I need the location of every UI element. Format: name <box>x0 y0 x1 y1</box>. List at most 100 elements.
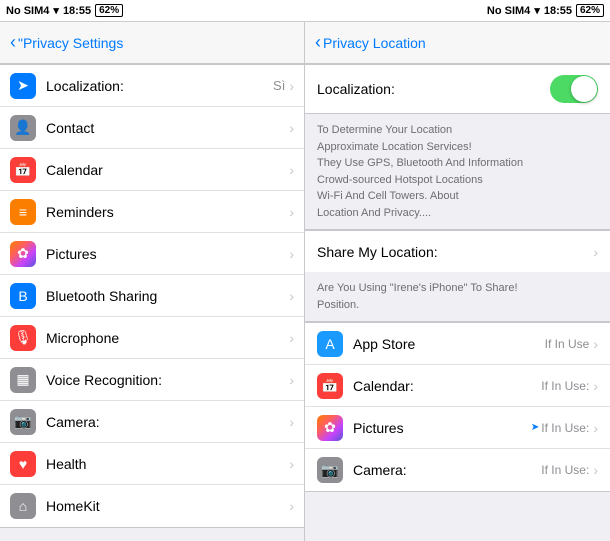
left-item-pictures[interactable]: ✿Pictures› <box>0 233 304 275</box>
share-chevron-icon: › <box>593 244 598 260</box>
microphone-icon: 🎙 <box>10 325 36 351</box>
right-wifi-icon: ▾ <box>534 4 540 17</box>
left-item-health[interactable]: ♥ Health› <box>0 443 304 485</box>
contact-icon: 👤 <box>10 115 36 141</box>
pictures-r-label: Pictures <box>353 420 531 436</box>
health-chevron-icon: › <box>289 456 294 472</box>
localization-icon: ➤ <box>10 73 36 99</box>
reminders-chevron-icon: › <box>289 204 294 220</box>
calendar-chevron-icon: › <box>289 162 294 178</box>
reminders-label: Reminders <box>46 204 285 220</box>
left-carrier: No SIM4 <box>6 5 49 17</box>
back-button-left[interactable]: ‹ "Privacy Settings <box>10 32 123 53</box>
left-panel: ➤Localization:Sì›👤Contact›📅Calendar›≡Rem… <box>0 64 305 541</box>
pictures-r-location-arrow-icon: ➤ <box>531 422 539 433</box>
status-right: No SIM4 ▾ 18:55 62% <box>305 0 610 21</box>
right-battery: 62% <box>576 4 604 17</box>
left-item-bluetooth[interactable]: B Bluetooth Sharing› <box>0 275 304 317</box>
share-location-row[interactable]: Share My Location: › <box>305 230 610 272</box>
health-label: Health <box>46 456 285 472</box>
reminders-icon: ≡ <box>10 199 36 225</box>
appstore-value: If In Use <box>545 337 590 351</box>
toggle-knob <box>571 76 597 102</box>
health-icon: ♥ <box>10 451 36 477</box>
voice-label: Voice Recognition: <box>46 372 285 388</box>
microphone-chevron-icon: › <box>289 330 294 346</box>
location-description: To Determine Your LocationApproximate Lo… <box>305 114 610 230</box>
calendar-label: Calendar <box>46 162 285 178</box>
left-item-camera[interactable]: 📷 Camera:› <box>0 401 304 443</box>
localization-value: Sì <box>273 78 285 93</box>
right-item-calendar-r[interactable]: 📅 Calendar:If In Use: › <box>305 365 610 407</box>
camera-chevron-icon: › <box>289 414 294 430</box>
left-item-calendar[interactable]: 📅 Calendar› <box>0 149 304 191</box>
nav-bar: ‹ "Privacy Settings ‹ Privacy Location <box>0 22 610 64</box>
localization-chevron-icon: › <box>289 78 294 94</box>
contact-label: Contact <box>46 120 285 136</box>
pictures-chevron-icon: › <box>289 246 294 262</box>
nav-right: ‹ Privacy Location <box>305 22 610 63</box>
homekit-icon: ⌂ <box>10 493 36 519</box>
localization-row: Localization: <box>305 64 610 114</box>
camera-label: Camera: <box>46 414 285 430</box>
camera-r-icon: 📷 <box>317 457 343 483</box>
appstore-label: App Store <box>353 336 545 352</box>
calendar-r-icon: 📅 <box>317 373 343 399</box>
bluetooth-chevron-icon: › <box>289 288 294 304</box>
left-list-group: ➤Localization:Sì›👤Contact›📅Calendar›≡Rem… <box>0 64 304 528</box>
status-left: No SIM4 ▾ 18:55 62% <box>0 0 305 21</box>
appstore-chevron-icon: › <box>593 336 598 352</box>
chevron-left-icon: ‹ <box>10 32 16 53</box>
left-item-microphone[interactable]: 🎙 Microphone› <box>0 317 304 359</box>
left-item-localization[interactable]: ➤ Localization:Sì › <box>0 65 304 107</box>
microphone-label: Microphone <box>46 330 285 346</box>
nav-left: ‹ "Privacy Settings <box>0 22 305 63</box>
back-label-left: "Privacy Settings <box>18 35 123 51</box>
camera-icon: 📷 <box>10 409 36 435</box>
calendar-r-value: If In Use: <box>541 379 589 393</box>
localization-label: Localization: <box>46 78 273 94</box>
camera-r-label: Camera: <box>353 462 541 478</box>
right-item-pictures-r[interactable]: ✿ Pictures➤If In Use: › <box>305 407 610 449</box>
homekit-label: HomeKit <box>46 498 285 514</box>
pictures-r-value: If In Use: <box>541 421 589 435</box>
bluetooth-icon: B <box>10 283 36 309</box>
right-panel: Localization: To Determine Your Location… <box>305 64 610 541</box>
back-button-right[interactable]: ‹ Privacy Location <box>315 32 426 53</box>
left-wifi-icon: ▾ <box>53 4 59 17</box>
calendar-r-label: Calendar: <box>353 378 541 394</box>
back-label-right: Privacy Location <box>323 35 426 51</box>
left-item-reminders[interactable]: ≡ Reminders› <box>0 191 304 233</box>
right-time: 18:55 <box>544 5 572 17</box>
right-item-appstore[interactable]: A App StoreIf In Use› <box>305 323 610 365</box>
voice-chevron-icon: › <box>289 372 294 388</box>
share-desc-text: Are You Using "Irene's iPhone" To Share!… <box>317 282 518 311</box>
bluetooth-label: Bluetooth Sharing <box>46 288 285 304</box>
camera-r-chevron-icon: › <box>593 462 598 478</box>
pictures-icon: ✿ <box>10 241 36 267</box>
right-item-camera-r[interactable]: 📷 Camera:If In Use: › <box>305 449 610 491</box>
homekit-chevron-icon: › <box>289 498 294 514</box>
camera-r-value: If In Use: <box>541 463 589 477</box>
pictures-r-chevron-icon: › <box>593 420 598 436</box>
left-time: 18:55 <box>63 5 91 17</box>
contact-chevron-icon: › <box>289 120 294 136</box>
status-bar: No SIM4 ▾ 18:55 62% No SIM4 ▾ 18:55 62% <box>0 0 610 22</box>
share-description: Are You Using "Irene's iPhone" To Share!… <box>305 272 610 322</box>
location-desc-text: To Determine Your LocationApproximate Lo… <box>317 124 523 219</box>
left-item-homekit[interactable]: ⌂ HomeKit› <box>0 485 304 527</box>
localization-toggle[interactable] <box>550 75 598 103</box>
calendar-icon: 📅 <box>10 157 36 183</box>
right-carrier: No SIM4 <box>487 5 530 17</box>
share-location-label: Share My Location: <box>317 244 593 260</box>
calendar-r-chevron-icon: › <box>593 378 598 394</box>
left-item-voice[interactable]: ▦ Voice Recognition:› <box>0 359 304 401</box>
appstore-icon: A <box>317 331 343 357</box>
voice-icon: ▦ <box>10 367 36 393</box>
left-item-contact[interactable]: 👤 Contact› <box>0 107 304 149</box>
pictures-r-icon: ✿ <box>317 415 343 441</box>
localization-label: Localization: <box>317 81 395 97</box>
left-battery: 62% <box>95 4 123 17</box>
right-app-list: AApp StoreIf In Use›📅Calendar:If In Use:… <box>305 322 610 492</box>
main-content: ➤Localization:Sì›👤Contact›📅Calendar›≡Rem… <box>0 64 610 541</box>
